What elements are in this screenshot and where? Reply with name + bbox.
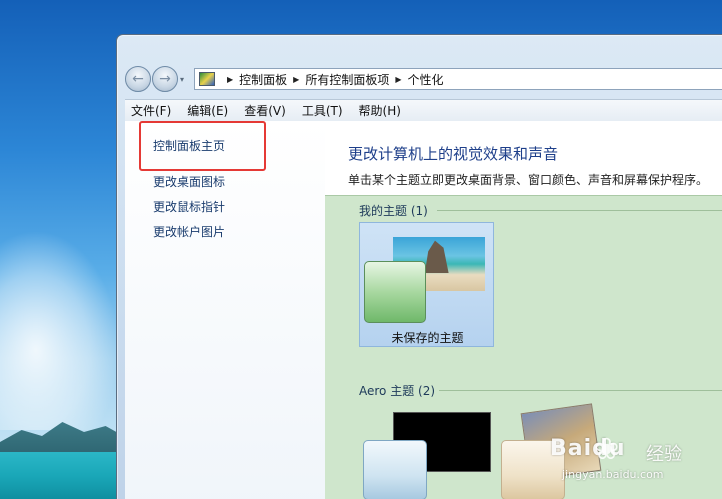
breadcrumb-personalization[interactable]: 个性化 bbox=[408, 71, 444, 88]
forward-button[interactable]: → bbox=[152, 66, 178, 92]
menu-help[interactable]: 帮助(H) bbox=[359, 102, 401, 119]
task-pane: 控制面板主页 更改桌面图标 更改鼠标指针 更改帐户图片 bbox=[125, 121, 325, 499]
breadcrumb-all-items[interactable]: 所有控制面板项 bbox=[305, 71, 389, 88]
theme-name-label: 未保存的主题 bbox=[391, 331, 464, 345]
chevron-right-icon[interactable]: ▶ bbox=[395, 75, 401, 84]
link-change-mouse-pointers[interactable]: 更改鼠标指针 bbox=[153, 198, 225, 215]
watermark: Baidu ❀ 经验 jingyan.baidu.com bbox=[550, 432, 720, 494]
chevron-right-icon[interactable]: ▶ bbox=[293, 75, 299, 84]
desktop-sea bbox=[0, 452, 120, 499]
group-divider bbox=[439, 390, 722, 391]
recent-pages-dropdown[interactable]: ▾ bbox=[180, 75, 190, 84]
menu-tools[interactable]: 工具(T) bbox=[302, 102, 343, 119]
aero-themes-group-label: Aero 主题 (2) bbox=[359, 384, 436, 398]
watermark-brand-cn: 经验 bbox=[646, 444, 682, 465]
breadcrumb-control-panel[interactable]: 控制面板 bbox=[239, 71, 287, 88]
my-themes-group-label: 我的主题 (1) bbox=[359, 204, 428, 218]
link-control-panel-home[interactable]: 控制面板主页 bbox=[153, 137, 225, 154]
navigation-bar: ← → ▾ ▶ 控制面板 ▶ 所有控制面板项 ▶ 个性化 bbox=[125, 65, 722, 93]
link-change-desktop-icons[interactable]: 更改桌面图标 bbox=[153, 173, 225, 190]
group-divider bbox=[437, 210, 722, 211]
menu-view[interactable]: 查看(V) bbox=[244, 102, 286, 119]
forward-arrow-icon: → bbox=[159, 71, 171, 87]
menu-edit[interactable]: 编辑(E) bbox=[187, 102, 228, 119]
link-change-account-picture[interactable]: 更改帐户图片 bbox=[153, 223, 225, 240]
paw-icon: ❀ bbox=[594, 432, 620, 467]
address-bar[interactable]: ▶ 控制面板 ▶ 所有控制面板项 ▶ 个性化 bbox=[194, 68, 722, 90]
menu-bar: 文件(F) 编辑(E) 查看(V) 工具(T) 帮助(H) bbox=[125, 99, 722, 121]
page-title: 更改计算机上的视觉效果和声音 bbox=[348, 145, 559, 163]
theme-unsaved[interactable]: 未保存的主题 bbox=[359, 222, 494, 347]
watermark-url: jingyan.baidu.com bbox=[562, 468, 664, 481]
theme-window-color-swatch bbox=[364, 261, 426, 323]
menu-file[interactable]: 文件(F) bbox=[131, 102, 171, 119]
control-panel-icon bbox=[199, 72, 215, 86]
page-description: 单击某个主题立即更改桌面背景、窗口颜色、声音和屏幕保护程序。 bbox=[348, 173, 709, 187]
back-arrow-icon: ← bbox=[132, 71, 144, 87]
control-panel-window: ← → ▾ ▶ 控制面板 ▶ 所有控制面板项 ▶ 个性化 文件(F) 编辑(E)… bbox=[116, 34, 722, 499]
aero-theme-window-color-swatch bbox=[363, 440, 427, 499]
back-button[interactable]: ← bbox=[125, 66, 151, 92]
chevron-right-icon[interactable]: ▶ bbox=[227, 75, 233, 84]
desktop-cloud bbox=[0, 230, 120, 430]
